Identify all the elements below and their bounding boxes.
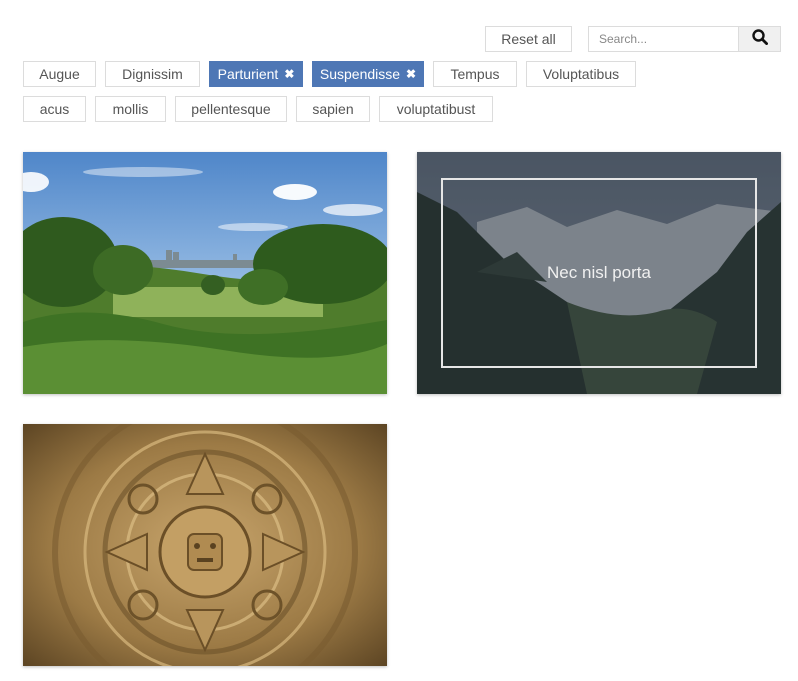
remove-filter-icon[interactable]: ✖: [406, 67, 416, 81]
filter-tag-dignissim[interactable]: Dignissim: [105, 61, 200, 87]
filter-tag-label: Augue: [39, 66, 80, 82]
remove-filter-icon[interactable]: ✖: [284, 67, 294, 81]
filter-tag-voluptatibus[interactable]: Voluptatibus: [526, 61, 636, 87]
reset-all-button[interactable]: Reset all: [485, 26, 572, 52]
filter-tag-label: Voluptatibus: [542, 66, 620, 82]
filter-tag-label: mollis: [112, 101, 149, 117]
filter-tag-label: Suspendisse: [319, 66, 401, 82]
filter-tag-tempus[interactable]: Tempus: [433, 61, 517, 87]
filter-tag-label: Dignissim: [122, 66, 183, 82]
filter-tag-label: Parturient: [217, 66, 279, 82]
filter-tag-label: pellentesque: [191, 101, 271, 117]
gallery-item-sun-stone[interactable]: [23, 424, 387, 666]
filter-tag-label: sapien: [312, 101, 354, 117]
filter-tag-sapien[interactable]: sapien: [296, 96, 370, 122]
gallery-item-park[interactable]: [23, 152, 387, 394]
park-landscape-image: [23, 152, 387, 394]
filter-tag-label: voluptatibust: [396, 101, 476, 117]
caption-frame: Nec nisl porta: [441, 178, 757, 368]
gallery-item-mountains[interactable]: Nec nisl porta: [417, 152, 781, 394]
search-icon: [751, 28, 768, 50]
filter-tag-label: acus: [39, 101, 70, 117]
aztec-sun-stone-image: [23, 424, 387, 666]
filter-tag-acus[interactable]: acus: [23, 96, 86, 122]
filter-tag-label: Tempus: [450, 66, 500, 82]
search-button[interactable]: [738, 26, 781, 52]
gallery-item-caption: Nec nisl porta: [547, 263, 651, 282]
search-input[interactable]: [588, 26, 738, 52]
filter-tag-parturient[interactable]: Parturient ✖: [209, 61, 303, 87]
filter-tag-voluptatibust[interactable]: voluptatibust: [379, 96, 493, 122]
filter-tag-augue[interactable]: Augue: [23, 61, 96, 87]
filter-tag-suspendisse[interactable]: Suspendisse ✖: [312, 61, 424, 87]
filter-tag-mollis[interactable]: mollis: [95, 96, 166, 122]
filter-tag-pellentesque[interactable]: pellentesque: [175, 96, 287, 122]
